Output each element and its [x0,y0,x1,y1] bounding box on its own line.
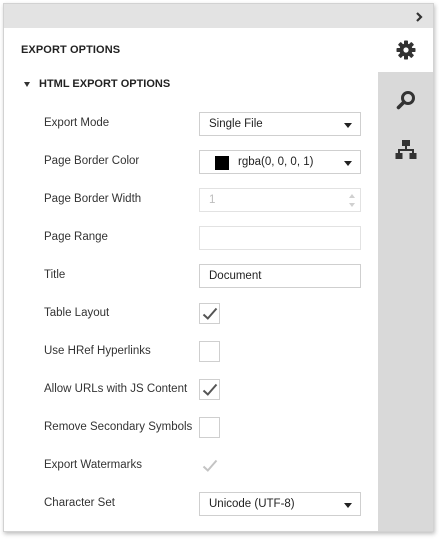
export-watermarks-checkbox[interactable] [199,455,220,476]
checkmark-icon [202,383,218,396]
option-row-character-set: Character Set Unicode (UTF-8) [4,492,378,516]
gear-icon [396,40,415,60]
search-icon [396,91,415,110]
dropdown-arrow-icon [344,503,352,508]
page-border-width-label: Page Border Width [44,193,142,205]
table-layout-checkbox[interactable] [199,303,220,324]
option-row-page-range: Page Range [4,226,378,250]
export-mode-dropdown[interactable]: Single File [199,112,361,136]
panel-top-bar [4,4,433,28]
export-mode-value: Single File [209,118,263,130]
page-range-label: Page Range [44,231,108,243]
checkmark-icon [202,459,218,472]
page-border-color-label: Page Border Color [44,155,140,167]
color-swatch [215,156,229,170]
option-row-page-border-color: Page Border Color rgba(0, 0, 0, 1) [4,150,378,174]
title-input[interactable]: Document [199,264,361,288]
use-href-hyperlinks-checkbox[interactable] [199,341,220,362]
export-options-content: EXPORT OPTIONS HTML EXPORT OPTIONS Expor… [4,28,378,531]
option-row-allow-urls-js-content: Allow URLs with JS Content [4,378,378,402]
page-border-color-value: rgba(0, 0, 0, 1) [238,156,314,168]
export-mode-label: Export Mode [44,117,110,129]
allow-urls-js-content-label: Allow URLs with JS Content [44,383,188,395]
chevron-right-icon [416,12,423,22]
allow-urls-js-content-checkbox[interactable] [199,379,220,400]
tab-search[interactable] [378,78,433,122]
page-border-width-spinner[interactable]: 1 [199,188,361,212]
character-set-label: Character Set [44,497,115,509]
dropdown-arrow-icon [344,123,352,128]
remove-secondary-symbols-label: Remove Secondary Symbols [44,421,193,433]
html-export-options-section-toggle[interactable]: HTML EXPORT OPTIONS [24,78,170,90]
side-tab-bar [378,28,433,531]
page-range-input[interactable] [199,226,361,250]
remove-secondary-symbols-checkbox[interactable] [199,417,220,438]
spin-down-icon[interactable] [349,203,355,207]
title-value: Document [209,270,262,282]
document-map-icon [395,140,416,159]
tab-document-map[interactable] [378,128,433,172]
expand-triangle-icon [24,81,30,87]
option-row-page-border-width: Page Border Width 1 [4,188,378,212]
spin-up-icon[interactable] [349,194,355,198]
section-title: HTML EXPORT OPTIONS [39,78,171,90]
panel-title: EXPORT OPTIONS [21,44,121,56]
page-border-width-value: 1 [209,194,216,206]
option-row-table-layout: Table Layout [4,302,378,326]
export-options-panel-window: EXPORT OPTIONS HTML EXPORT OPTIONS Expor… [3,3,434,532]
option-row-use-href-hyperlinks: Use HRef Hyperlinks [4,340,378,364]
dropdown-arrow-icon [344,161,352,166]
table-layout-label: Table Layout [44,307,110,319]
use-href-hyperlinks-label: Use HRef Hyperlinks [44,345,151,357]
export-watermarks-label: Export Watermarks [44,459,142,471]
option-row-export-watermarks: Export Watermarks [4,454,378,478]
option-row-title: Title Document [4,264,378,288]
character-set-dropdown[interactable]: Unicode (UTF-8) [199,492,361,516]
option-row-export-mode: Export Mode Single File [4,112,378,136]
character-set-value: Unicode (UTF-8) [209,498,295,510]
checkmark-icon [202,307,218,320]
title-label: Title [44,269,66,281]
option-row-remove-secondary-symbols: Remove Secondary Symbols [4,416,378,440]
page-border-color-picker[interactable]: rgba(0, 0, 0, 1) [199,150,361,174]
collapse-panel-button[interactable] [413,10,425,22]
tab-export-options[interactable] [378,28,433,72]
